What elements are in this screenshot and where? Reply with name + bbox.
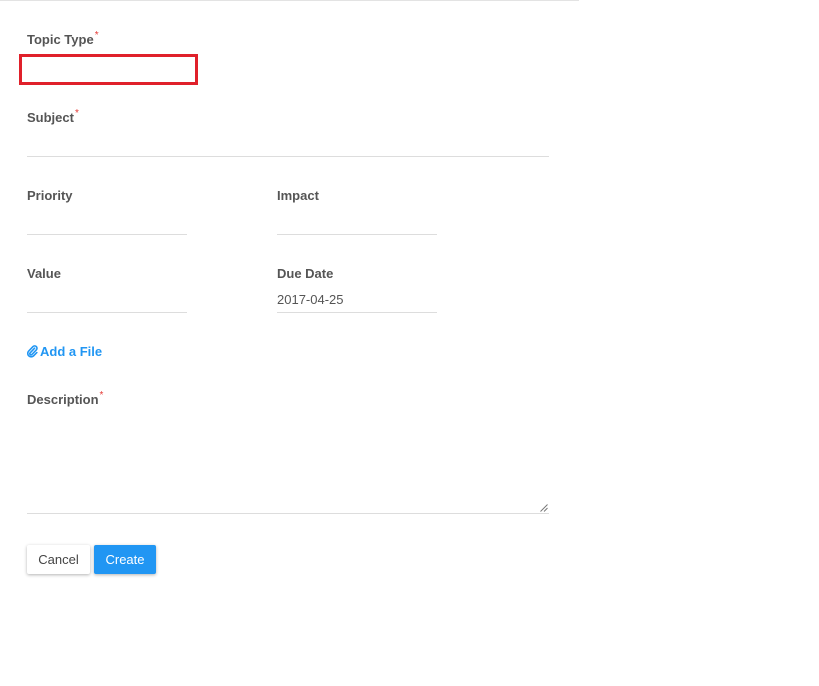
topic-type-label: Topic Type*: [27, 30, 99, 48]
subject-label: Subject*: [27, 108, 79, 126]
due-date-label: Due Date: [277, 266, 334, 281]
impact-label: Impact: [277, 188, 319, 203]
resize-grip-icon[interactable]: [540, 504, 548, 512]
impact-select[interactable]: [277, 211, 437, 234]
paperclip-icon: [26, 345, 38, 358]
topic-type-select[interactable]: [19, 54, 198, 85]
subject-label-text: Subject: [27, 110, 74, 125]
top-divider: [0, 0, 579, 1]
due-date-underline: [277, 312, 437, 313]
priority-label: Priority: [27, 188, 73, 203]
add-file-link[interactable]: Add a File: [26, 344, 103, 360]
priority-underline: [27, 234, 187, 235]
required-mark: *: [99, 390, 104, 401]
value-input[interactable]: [27, 289, 187, 312]
topic-type-label-text: Topic Type: [27, 32, 94, 47]
required-mark: *: [94, 30, 99, 41]
due-date-value: 2017-04-25: [277, 292, 344, 307]
value-label: Value: [27, 266, 61, 281]
description-textarea[interactable]: [27, 418, 549, 514]
create-button[interactable]: Create: [94, 545, 156, 574]
description-label: Description*: [27, 390, 104, 408]
due-date-input[interactable]: 2017-04-25: [277, 289, 437, 312]
description-label-text: Description: [27, 392, 99, 407]
create-topic-form: Topic Type* Subject* Priority Impact Val…: [0, 0, 819, 686]
cancel-button[interactable]: Cancel: [27, 545, 90, 574]
impact-underline: [277, 234, 437, 235]
priority-select[interactable]: [27, 211, 187, 234]
add-file-label: Add a File: [40, 344, 103, 359]
subject-underline: [27, 156, 549, 157]
required-mark: *: [74, 108, 79, 119]
subject-input[interactable]: [27, 133, 549, 156]
value-underline: [27, 312, 187, 313]
